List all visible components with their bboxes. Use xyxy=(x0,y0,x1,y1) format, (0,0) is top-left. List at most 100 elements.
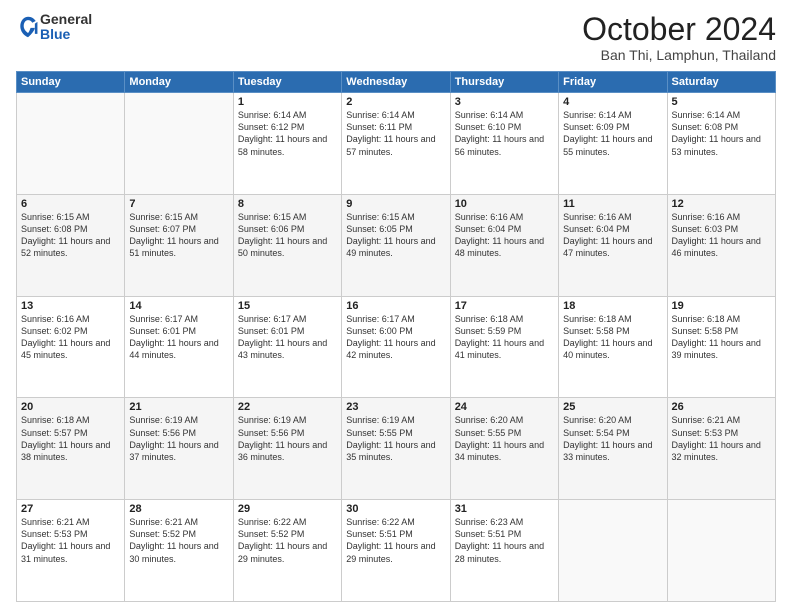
calendar-cell: 18Sunrise: 6:18 AMSunset: 5:58 PMDayligh… xyxy=(559,296,667,398)
day-number: 8 xyxy=(238,198,337,210)
calendar-cell: 10Sunrise: 6:16 AMSunset: 6:04 PMDayligh… xyxy=(450,194,558,296)
day-number: 29 xyxy=(238,503,337,515)
cell-info: Sunrise: 6:17 AMSunset: 6:00 PMDaylight:… xyxy=(346,313,445,362)
calendar-cell: 27Sunrise: 6:21 AMSunset: 5:53 PMDayligh… xyxy=(17,500,125,602)
day-number: 14 xyxy=(129,300,228,312)
calendar-cell: 2Sunrise: 6:14 AMSunset: 6:11 PMDaylight… xyxy=(342,93,450,195)
logo: General Blue xyxy=(16,12,92,43)
cell-info: Sunrise: 6:14 AMSunset: 6:11 PMDaylight:… xyxy=(346,109,445,158)
cell-info: Sunrise: 6:17 AMSunset: 6:01 PMDaylight:… xyxy=(129,313,228,362)
day-number: 10 xyxy=(455,198,554,210)
calendar-table: SundayMondayTuesdayWednesdayThursdayFrid… xyxy=(16,71,776,602)
weekday-header: Saturday xyxy=(667,72,775,93)
calendar-cell xyxy=(559,500,667,602)
cell-info: Sunrise: 6:22 AMSunset: 5:52 PMDaylight:… xyxy=(238,516,337,565)
weekday-header: Friday xyxy=(559,72,667,93)
calendar-cell: 9Sunrise: 6:15 AMSunset: 6:05 PMDaylight… xyxy=(342,194,450,296)
calendar-cell: 12Sunrise: 6:16 AMSunset: 6:03 PMDayligh… xyxy=(667,194,775,296)
calendar-cell: 5Sunrise: 6:14 AMSunset: 6:08 PMDaylight… xyxy=(667,93,775,195)
day-number: 4 xyxy=(563,96,662,108)
cell-info: Sunrise: 6:20 AMSunset: 5:54 PMDaylight:… xyxy=(563,414,662,463)
calendar-cell: 1Sunrise: 6:14 AMSunset: 6:12 PMDaylight… xyxy=(233,93,341,195)
calendar-cell: 31Sunrise: 6:23 AMSunset: 5:51 PMDayligh… xyxy=(450,500,558,602)
calendar-cell: 17Sunrise: 6:18 AMSunset: 5:59 PMDayligh… xyxy=(450,296,558,398)
cell-info: Sunrise: 6:23 AMSunset: 5:51 PMDaylight:… xyxy=(455,516,554,565)
day-number: 11 xyxy=(563,198,662,210)
day-number: 26 xyxy=(672,401,771,413)
day-number: 24 xyxy=(455,401,554,413)
weekday-header: Monday xyxy=(125,72,233,93)
day-number: 23 xyxy=(346,401,445,413)
day-number: 27 xyxy=(21,503,120,515)
calendar-cell xyxy=(667,500,775,602)
calendar-cell xyxy=(125,93,233,195)
day-number: 19 xyxy=(672,300,771,312)
calendar-cell: 19Sunrise: 6:18 AMSunset: 5:58 PMDayligh… xyxy=(667,296,775,398)
day-number: 21 xyxy=(129,401,228,413)
calendar-cell: 8Sunrise: 6:15 AMSunset: 6:06 PMDaylight… xyxy=(233,194,341,296)
day-number: 20 xyxy=(21,401,120,413)
calendar-cell: 4Sunrise: 6:14 AMSunset: 6:09 PMDaylight… xyxy=(559,93,667,195)
cell-info: Sunrise: 6:19 AMSunset: 5:56 PMDaylight:… xyxy=(238,414,337,463)
calendar-cell: 7Sunrise: 6:15 AMSunset: 6:07 PMDaylight… xyxy=(125,194,233,296)
day-number: 22 xyxy=(238,401,337,413)
calendar-cell: 14Sunrise: 6:17 AMSunset: 6:01 PMDayligh… xyxy=(125,296,233,398)
day-number: 12 xyxy=(672,198,771,210)
calendar-cell: 11Sunrise: 6:16 AMSunset: 6:04 PMDayligh… xyxy=(559,194,667,296)
day-number: 3 xyxy=(455,96,554,108)
day-number: 7 xyxy=(129,198,228,210)
calendar-cell: 25Sunrise: 6:20 AMSunset: 5:54 PMDayligh… xyxy=(559,398,667,500)
cell-info: Sunrise: 6:19 AMSunset: 5:55 PMDaylight:… xyxy=(346,414,445,463)
cell-info: Sunrise: 6:20 AMSunset: 5:55 PMDaylight:… xyxy=(455,414,554,463)
calendar-cell: 15Sunrise: 6:17 AMSunset: 6:01 PMDayligh… xyxy=(233,296,341,398)
calendar-cell: 6Sunrise: 6:15 AMSunset: 6:08 PMDaylight… xyxy=(17,194,125,296)
calendar-cell: 3Sunrise: 6:14 AMSunset: 6:10 PMDaylight… xyxy=(450,93,558,195)
day-number: 30 xyxy=(346,503,445,515)
page: General Blue October 2024 Ban Thi, Lamph… xyxy=(0,0,792,612)
month-title: October 2024 xyxy=(582,12,776,47)
calendar-cell: 29Sunrise: 6:22 AMSunset: 5:52 PMDayligh… xyxy=(233,500,341,602)
day-number: 2 xyxy=(346,96,445,108)
cell-info: Sunrise: 6:19 AMSunset: 5:56 PMDaylight:… xyxy=(129,414,228,463)
day-number: 31 xyxy=(455,503,554,515)
logo-general: General xyxy=(40,12,92,27)
calendar-cell: 30Sunrise: 6:22 AMSunset: 5:51 PMDayligh… xyxy=(342,500,450,602)
cell-info: Sunrise: 6:18 AMSunset: 5:59 PMDaylight:… xyxy=(455,313,554,362)
calendar-cell: 16Sunrise: 6:17 AMSunset: 6:00 PMDayligh… xyxy=(342,296,450,398)
cell-info: Sunrise: 6:15 AMSunset: 6:06 PMDaylight:… xyxy=(238,211,337,260)
title-block: October 2024 Ban Thi, Lamphun, Thailand xyxy=(582,12,776,63)
day-number: 16 xyxy=(346,300,445,312)
day-number: 25 xyxy=(563,401,662,413)
calendar-cell: 13Sunrise: 6:16 AMSunset: 6:02 PMDayligh… xyxy=(17,296,125,398)
header: General Blue October 2024 Ban Thi, Lamph… xyxy=(16,12,776,63)
cell-info: Sunrise: 6:15 AMSunset: 6:07 PMDaylight:… xyxy=(129,211,228,260)
day-number: 6 xyxy=(21,198,120,210)
cell-info: Sunrise: 6:17 AMSunset: 6:01 PMDaylight:… xyxy=(238,313,337,362)
cell-info: Sunrise: 6:16 AMSunset: 6:04 PMDaylight:… xyxy=(455,211,554,260)
cell-info: Sunrise: 6:18 AMSunset: 5:58 PMDaylight:… xyxy=(563,313,662,362)
cell-info: Sunrise: 6:16 AMSunset: 6:02 PMDaylight:… xyxy=(21,313,120,362)
cell-info: Sunrise: 6:15 AMSunset: 6:05 PMDaylight:… xyxy=(346,211,445,260)
calendar-cell: 23Sunrise: 6:19 AMSunset: 5:55 PMDayligh… xyxy=(342,398,450,500)
day-number: 15 xyxy=(238,300,337,312)
cell-info: Sunrise: 6:22 AMSunset: 5:51 PMDaylight:… xyxy=(346,516,445,565)
day-number: 1 xyxy=(238,96,337,108)
calendar-cell: 22Sunrise: 6:19 AMSunset: 5:56 PMDayligh… xyxy=(233,398,341,500)
calendar-cell: 28Sunrise: 6:21 AMSunset: 5:52 PMDayligh… xyxy=(125,500,233,602)
day-number: 9 xyxy=(346,198,445,210)
day-number: 28 xyxy=(129,503,228,515)
cell-info: Sunrise: 6:15 AMSunset: 6:08 PMDaylight:… xyxy=(21,211,120,260)
cell-info: Sunrise: 6:14 AMSunset: 6:08 PMDaylight:… xyxy=(672,109,771,158)
day-number: 13 xyxy=(21,300,120,312)
cell-info: Sunrise: 6:14 AMSunset: 6:12 PMDaylight:… xyxy=(238,109,337,158)
calendar-cell: 20Sunrise: 6:18 AMSunset: 5:57 PMDayligh… xyxy=(17,398,125,500)
cell-info: Sunrise: 6:16 AMSunset: 6:04 PMDaylight:… xyxy=(563,211,662,260)
cell-info: Sunrise: 6:18 AMSunset: 5:58 PMDaylight:… xyxy=(672,313,771,362)
calendar-cell: 21Sunrise: 6:19 AMSunset: 5:56 PMDayligh… xyxy=(125,398,233,500)
cell-info: Sunrise: 6:18 AMSunset: 5:57 PMDaylight:… xyxy=(21,414,120,463)
weekday-header: Tuesday xyxy=(233,72,341,93)
calendar-cell: 26Sunrise: 6:21 AMSunset: 5:53 PMDayligh… xyxy=(667,398,775,500)
cell-info: Sunrise: 6:14 AMSunset: 6:10 PMDaylight:… xyxy=(455,109,554,158)
weekday-header: Sunday xyxy=(17,72,125,93)
weekday-header: Thursday xyxy=(450,72,558,93)
